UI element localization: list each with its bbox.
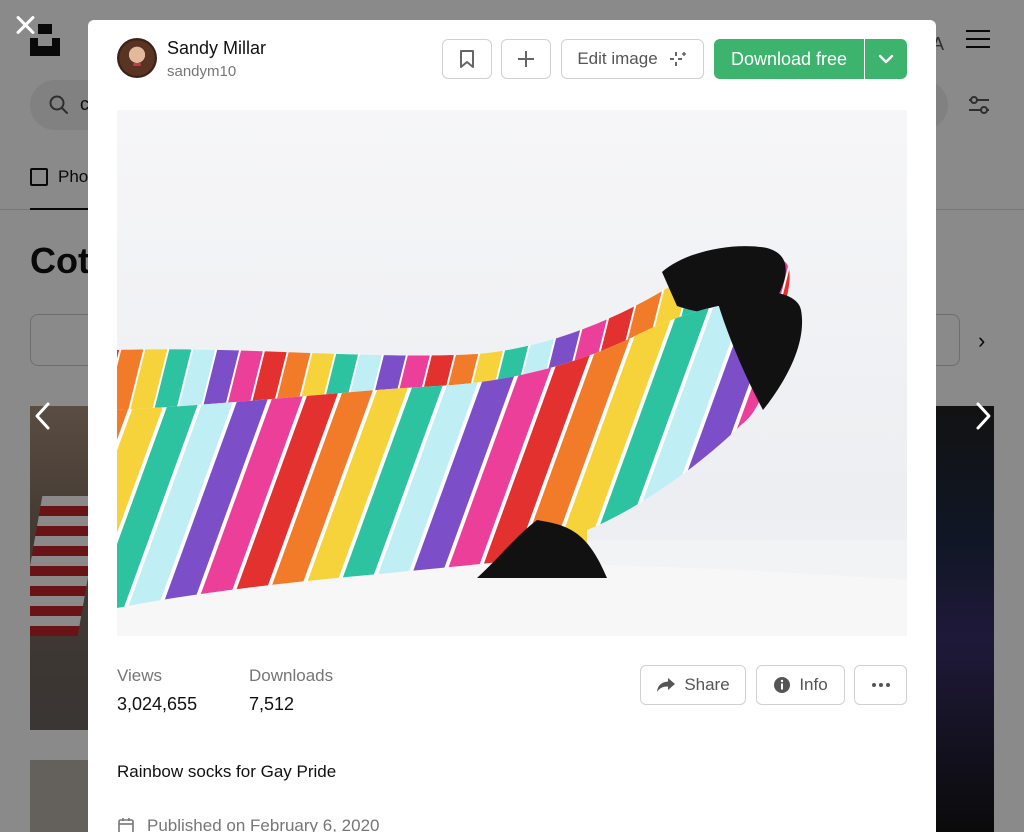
sparkle-icon [669, 52, 686, 66]
bookmark-icon [460, 50, 474, 68]
main-photo[interactable] [117, 110, 907, 636]
published-label: Published on February 6, 2020 [147, 816, 380, 832]
info-button[interactable]: Info [756, 665, 845, 705]
modal-header: Sandy Millar sandym10 Edit image Downloa… [88, 20, 936, 110]
previous-photo-icon[interactable] [28, 398, 58, 434]
stat-label: Views [117, 666, 163, 685]
photo-description: Rainbow socks for Gay Pride [117, 762, 337, 781]
stat-label: Downloads [249, 666, 334, 685]
share-label: Share [684, 675, 730, 694]
next-photo-icon[interactable] [968, 398, 998, 434]
author-handle[interactable]: sandym10 [167, 63, 236, 80]
downloads-stat: Downloads 7,512 [249, 666, 333, 715]
stat-value: 7,512 [249, 694, 295, 714]
stat-value: 3,024,655 [117, 694, 198, 714]
ellipsis-icon [871, 683, 890, 687]
views-stat: Views 3,024,655 [117, 666, 197, 715]
more-actions-button[interactable] [854, 665, 907, 705]
info-icon [774, 677, 791, 693]
share-button[interactable]: Share [640, 665, 746, 705]
bookmark-button[interactable] [442, 39, 492, 79]
edit-image-button[interactable]: Edit image [561, 39, 704, 79]
published-date: Published on February 6, 2020 [117, 816, 380, 832]
download-options-button[interactable] [865, 39, 907, 79]
calendar-icon [118, 818, 134, 832]
info-label: Info [799, 675, 828, 694]
chevron-down-icon [878, 54, 894, 64]
photo-modal: Sandy Millar sandym10 Edit image Downloa… [88, 20, 936, 832]
share-arrow-icon [657, 678, 676, 692]
download-button[interactable]: Download free [714, 39, 864, 79]
plus-icon [518, 51, 534, 67]
add-to-collection-button[interactable] [501, 39, 551, 79]
avatar[interactable] [117, 38, 157, 78]
edit-image-label: Edit image [577, 49, 658, 68]
author-name[interactable]: Sandy Millar [167, 38, 266, 59]
close-icon[interactable] [10, 10, 40, 40]
